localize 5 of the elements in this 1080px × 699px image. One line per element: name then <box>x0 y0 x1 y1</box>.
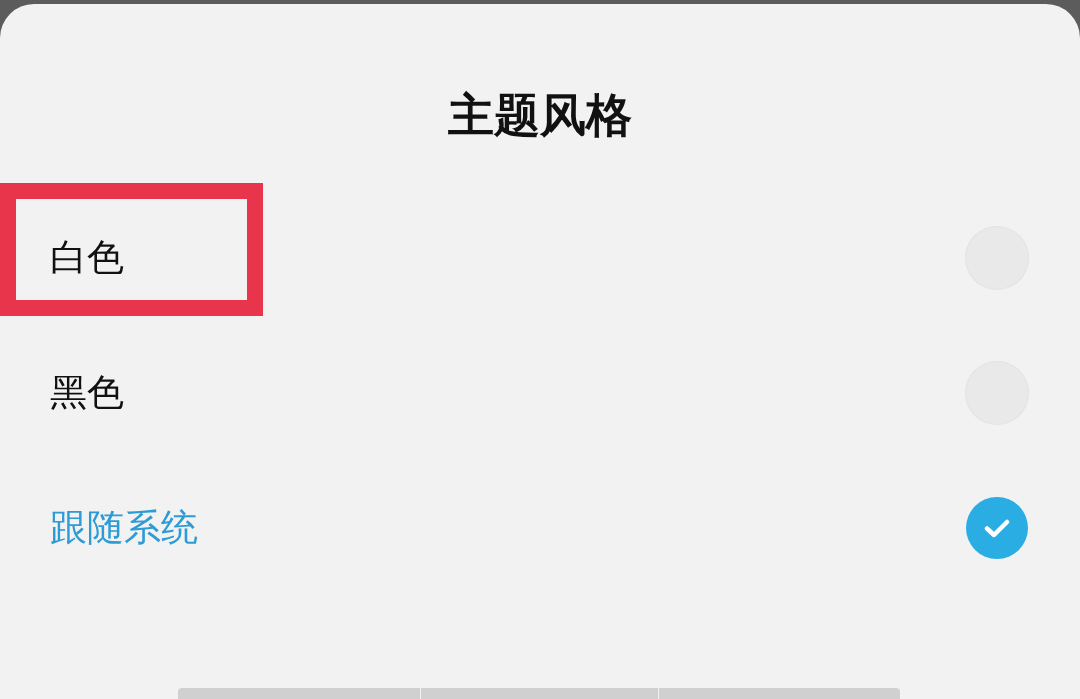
dialog-title: 主题风格 <box>448 87 632 144</box>
option-label: 跟随系统 <box>50 504 198 551</box>
option-label: 黑色 <box>50 369 124 416</box>
option-label: 白色 <box>50 234 124 281</box>
check-icon <box>984 517 1010 538</box>
